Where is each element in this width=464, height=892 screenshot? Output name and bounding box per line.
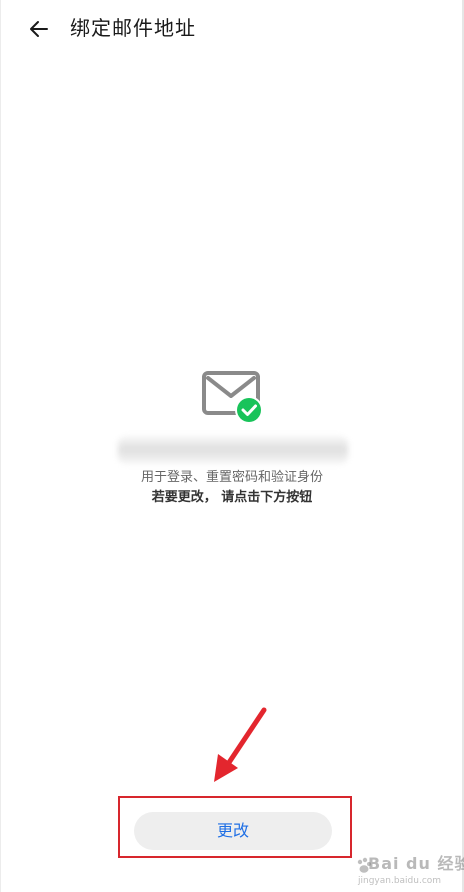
header-bar: 绑定邮件地址 <box>0 0 464 56</box>
red-arrow-icon <box>214 707 267 782</box>
usage-description: 用于登录、重置密码和验证身份 <box>140 470 323 485</box>
back-button[interactable] <box>22 12 56 46</box>
bind-email-screen: 绑定邮件地址 用于登录、重置密码和验证身份 若要更改， 请点击下方按钮 更改 B… <box>0 0 464 892</box>
baidu-watermark: Bai du 经验 jingyan.baidu.com <box>344 846 464 886</box>
left-edge <box>0 0 1 892</box>
change-button[interactable]: 更改 <box>134 812 332 850</box>
page-title: 绑定邮件地址 <box>70 16 196 40</box>
email-address-blurred <box>118 436 348 464</box>
watermark-url: jingyan.baidu.com <box>358 876 442 886</box>
watermark-brand: Bai du 经验 <box>368 854 464 873</box>
mail-verified-icon <box>202 371 263 424</box>
change-hint: 若要更改， 请点击下方按钮 <box>151 490 313 505</box>
arrow-left-icon <box>30 21 48 37</box>
